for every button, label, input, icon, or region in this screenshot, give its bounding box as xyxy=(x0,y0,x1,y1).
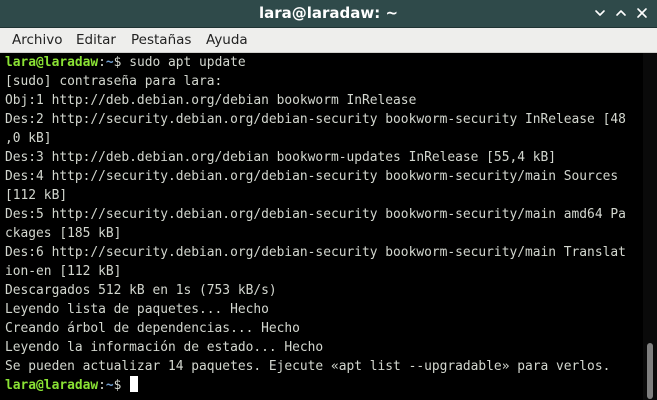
minimize-button[interactable] xyxy=(591,4,609,22)
close-icon xyxy=(637,8,647,18)
maximize-button[interactable] xyxy=(612,4,630,22)
prompt-line: lara@laradaw:~$ xyxy=(5,376,139,395)
chevron-up-icon xyxy=(616,10,626,16)
text-cursor xyxy=(130,376,139,392)
command-text: sudo apt update xyxy=(121,55,246,70)
output-line: Descargados 512 kB en 1s (753 kB/s) xyxy=(5,283,277,298)
output-line: Des:5 http://security.debian.org/debian-… xyxy=(5,207,626,222)
prompt-path: ~ xyxy=(105,55,114,70)
menu-editar[interactable]: Editar xyxy=(72,30,120,50)
output-line: Se pueden actualizar 14 paquetes. Ejecut… xyxy=(5,359,611,374)
scrollbar-thumb[interactable] xyxy=(647,343,653,399)
window-title: lara@laradaw: ~ xyxy=(258,4,399,22)
output-line: Des:6 http://security.debian.org/debian-… xyxy=(5,245,626,260)
output-line: ,0 kB] xyxy=(5,131,52,146)
output-line: Des:4 http://security.debian.org/debian-… xyxy=(5,169,619,184)
output-line: [sudo] contraseña para lara: xyxy=(5,74,223,89)
output-line: ion-en [112 kB] xyxy=(5,264,122,279)
menu-archivo[interactable]: Archivo xyxy=(8,30,66,50)
menu-ayuda[interactable]: Ayuda xyxy=(202,30,252,50)
output-line: Leyendo lista de paquetes... Hecho xyxy=(5,302,269,317)
prompt-separator: : xyxy=(98,378,106,393)
output-line: Creando árbol de dependencias... Hecho xyxy=(5,321,300,336)
output-line: Des:3 http://deb.debian.org/debian bookw… xyxy=(5,150,557,165)
vertical-scrollbar[interactable] xyxy=(643,53,657,400)
prompt-user: lara@laradaw xyxy=(5,378,99,393)
output-line: [112 kB] xyxy=(5,188,68,203)
prompt-separator: : xyxy=(98,55,106,70)
output-line: ckages [185 kB] xyxy=(5,226,122,241)
command-line: lara@laradaw:~$ sudo apt update xyxy=(5,53,246,72)
command-input[interactable] xyxy=(121,378,129,393)
prompt-path: ~ xyxy=(105,378,114,393)
output-line: Obj:1 http://deb.debian.org/debian bookw… xyxy=(5,93,417,108)
menu-pestanas[interactable]: Pestañas xyxy=(127,30,195,50)
terminal-output[interactable]: lara@laradaw:~$ sudo apt update [sudo] c… xyxy=(0,53,643,400)
output-line: Des:2 http://security.debian.org/debian-… xyxy=(5,112,626,127)
output-line: Leyendo la información de estado... Hech… xyxy=(5,340,324,355)
close-button[interactable] xyxy=(633,4,651,22)
terminal-window: lara@laradaw: ~ Archivo Editar Pestañas … xyxy=(0,0,657,400)
chevron-down-icon xyxy=(595,10,605,16)
title-bar[interactable]: lara@laradaw: ~ xyxy=(0,0,657,28)
prompt-user: lara@laradaw xyxy=(5,55,99,70)
menu-bar: Archivo Editar Pestañas Ayuda xyxy=(0,28,657,53)
